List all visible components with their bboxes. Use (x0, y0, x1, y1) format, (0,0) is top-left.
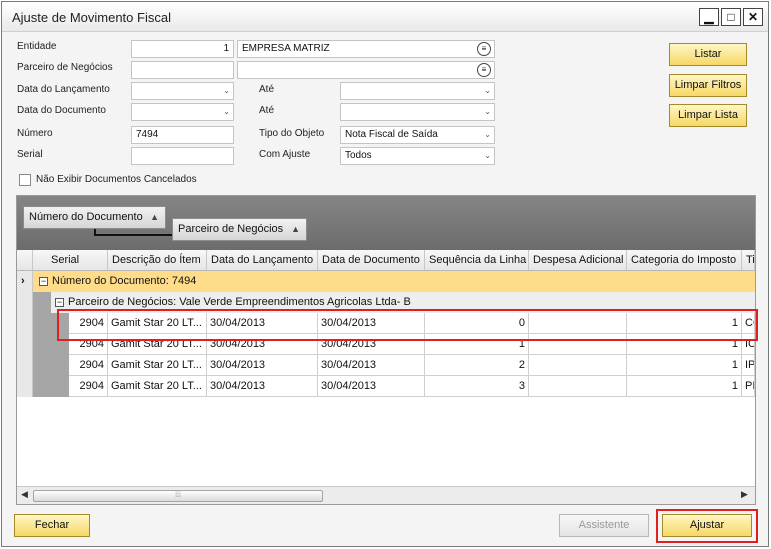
com-ajuste-value: Todos (345, 150, 372, 161)
cell-data-documento[interactable]: 30/04/2013 (318, 376, 425, 397)
cancelados-checkbox[interactable] (19, 174, 31, 186)
cancelados-label: Não Exibir Documentos Cancelados (36, 174, 197, 185)
group-chip-label: Parceiro de Negócios (178, 223, 284, 235)
minimize-button[interactable]: ▁ (699, 8, 719, 26)
group-by-area: Número do Documento ▲ Parceiro de Negóci… (17, 196, 755, 250)
tipo-objeto-value: Nota Fiscal de Saída (345, 129, 438, 140)
limpar-lista-button[interactable]: Limpar Lista (669, 104, 747, 127)
group-row-documento-label: Número do Documento: 7494 (52, 275, 197, 287)
collapse-icon[interactable]: − (55, 297, 64, 307)
entidade-name-value: EMPRESA MATRIZ (242, 43, 330, 54)
cell-data-lancamento[interactable]: 30/04/2013 (207, 355, 318, 376)
group-row-documento[interactable]: − Número do Documento: 7494 (33, 271, 755, 292)
serial-field[interactable] (131, 147, 234, 165)
row-selector-column (17, 271, 33, 397)
serial-label: Serial (17, 149, 43, 160)
cell-data-documento[interactable]: 30/04/2013 (318, 355, 425, 376)
ate1-label: Até (259, 84, 275, 95)
assistente-button[interactable]: Assistente (559, 514, 649, 537)
entidade-name-field[interactable]: EMPRESA MATRIZ ≡ (237, 40, 495, 58)
row-selector-header (17, 250, 33, 271)
data-documento-label: Data do Documento (17, 105, 106, 116)
maximize-button[interactable]: □ (721, 8, 741, 26)
cell-descricao[interactable]: Gamit Star 20 LT... (108, 376, 207, 397)
highlight-frame-row (57, 309, 758, 341)
cell-categoria[interactable]: 1 (627, 376, 742, 397)
tipo-objeto-label: Tipo do Objeto (259, 128, 325, 139)
current-row-arrow-icon: › (21, 275, 25, 287)
col-header-sequencia[interactable]: Sequência da Linha (425, 250, 529, 271)
col-header-serial[interactable]: Serial (33, 250, 108, 271)
col-header-data-documento[interactable]: Data de Documento (318, 250, 425, 271)
cell-despesa[interactable] (529, 376, 627, 397)
cell-serial[interactable]: 2904 (69, 376, 108, 397)
group-chip-numero-documento[interactable]: Número do Documento ▲ (23, 206, 166, 229)
com-ajuste-label: Com Ajuste (259, 149, 311, 160)
numero-label: Número (17, 128, 53, 139)
ate2-field[interactable]: ⌄ (340, 103, 495, 121)
horizontal-scrollbar[interactable]: ◀ ⁞⁞⁞ ▶ (17, 486, 755, 504)
chevron-down-icon[interactable]: ⌄ (223, 83, 230, 99)
group-chip-parceiro-negocios[interactable]: Parceiro de Negócios ▲ (172, 218, 307, 241)
title-bar: Ajuste de Movimento Fiscal ▁ □ ✕ (2, 2, 768, 32)
cell-serial[interactable]: 2904 (69, 355, 108, 376)
limpar-filtros-button[interactable]: Limpar Filtros (669, 74, 747, 97)
window-title: Ajuste de Movimento Fiscal (12, 10, 171, 25)
scroll-left-icon[interactable]: ◀ (21, 489, 28, 500)
cell-sequencia[interactable]: 3 (425, 376, 529, 397)
cell-ti[interactable]: PI (742, 376, 755, 397)
sort-ascending-icon: ▲ (150, 212, 159, 222)
parceiro-name-field[interactable]: ≡ (237, 61, 495, 79)
ate1-field[interactable]: ⌄ (340, 82, 495, 100)
parceiro-label: Parceiro de Negócios (17, 62, 113, 73)
com-ajuste-select[interactable]: Todos ⌄ (340, 147, 495, 165)
fechar-button[interactable]: Fechar (14, 514, 90, 537)
ajuste-movimento-fiscal-window: Ajuste de Movimento Fiscal ▁ □ ✕ Entidad… (1, 1, 769, 547)
cell-data-lancamento[interactable]: 30/04/2013 (207, 376, 318, 397)
cell-despesa[interactable] (529, 355, 627, 376)
group-row-parceiro-label: Parceiro de Negócios: Vale Verde Empreen… (68, 296, 411, 308)
ate2-label: Até (259, 105, 275, 116)
numero-field[interactable]: 7494 (131, 126, 234, 144)
cell-descricao[interactable]: Gamit Star 20 LT... (108, 355, 207, 376)
parceiro-code-field[interactable] (131, 61, 234, 79)
col-header-despesa[interactable]: Despesa Adicional (529, 250, 627, 271)
group-chip-label: Número do Documento (29, 211, 143, 223)
group-connector (94, 234, 172, 236)
col-header-ti[interactable]: Ti (742, 250, 755, 271)
data-lancamento-label: Data do Lançamento (17, 84, 110, 95)
sort-ascending-icon: ▲ (291, 224, 300, 234)
results-grid: Número do Documento ▲ Parceiro de Negóci… (16, 195, 756, 505)
scroll-right-icon[interactable]: ▶ (741, 489, 748, 500)
group-indent-bar (33, 292, 51, 397)
collapse-icon[interactable]: − (39, 276, 48, 286)
choose-from-list-icon[interactable]: ≡ (477, 42, 491, 56)
chevron-down-icon[interactable]: ⌄ (484, 148, 491, 164)
data-documento-field[interactable]: ⌄ (131, 103, 234, 121)
cell-sequencia[interactable]: 2 (425, 355, 529, 376)
scroll-thumb[interactable]: ⁞⁞⁞ (33, 490, 323, 502)
entidade-label: Entidade (17, 41, 57, 52)
data-lancamento-field[interactable]: ⌄ (131, 82, 234, 100)
entidade-code-field[interactable]: 1 (131, 40, 234, 58)
close-button[interactable]: ✕ (743, 8, 763, 26)
cell-ti[interactable]: IP (742, 355, 755, 376)
chevron-down-icon[interactable]: ⌄ (484, 83, 491, 99)
col-header-descricao[interactable]: Descrição do Ítem (108, 250, 207, 271)
tipo-objeto-select[interactable]: Nota Fiscal de Saída ⌄ (340, 126, 495, 144)
highlight-frame-ajustar (656, 509, 758, 543)
chevron-down-icon[interactable]: ⌄ (484, 104, 491, 120)
chevron-down-icon[interactable]: ⌄ (484, 127, 491, 143)
cell-categoria[interactable]: 1 (627, 355, 742, 376)
chevron-down-icon[interactable]: ⌄ (223, 104, 230, 120)
choose-from-list-icon[interactable]: ≡ (477, 63, 491, 77)
col-header-categoria[interactable]: Categoria do Imposto (627, 250, 742, 271)
listar-button[interactable]: Listar (669, 43, 747, 66)
col-header-data-lancamento[interactable]: Data do Lançamento (207, 250, 318, 271)
